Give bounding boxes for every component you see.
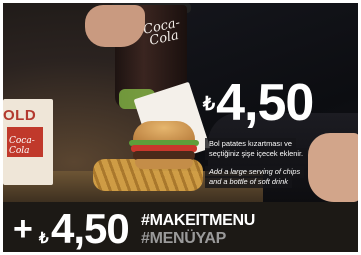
- bar-price-amount: 4,50: [51, 205, 130, 252]
- menu-photo: OLD Coca-Cola Coca-Cola ₺ 4,50 Bol patat…: [3, 3, 358, 202]
- hand-holding-cup: [85, 5, 145, 47]
- ad-banner[interactable]: OLD Coca-Cola Coca-Cola ₺ 4,50 Bol patat…: [3, 3, 358, 252]
- price-large: ₺ 4,50: [203, 74, 314, 132]
- fries-box-logo: Coca-Cola: [7, 127, 43, 157]
- caption-tr-line-2: seçtiğiniz şişe içecek eklenir.: [205, 148, 308, 160]
- hashtag-make-it-menu[interactable]: #MAKEITMENU: [141, 212, 255, 230]
- plus-sign: +: [13, 210, 33, 248]
- bar-currency-symbol: ₺: [39, 230, 49, 247]
- burger-bun-bottom: [135, 159, 193, 169]
- hand-right: [308, 133, 358, 202]
- price-amount: 4,50: [216, 74, 314, 132]
- currency-symbol: ₺: [203, 94, 216, 115]
- promo-bar: + ₺ 4,50 #MAKEITMENU #MENÜYAP: [3, 202, 358, 252]
- hashtag-menu-yap[interactable]: #MENÜYAP: [141, 230, 226, 248]
- caption-en-line-2: and a bottle of soft drink: [205, 176, 292, 188]
- box-drink-label: Coca-Cola: [9, 136, 35, 156]
- fries-box-label: OLD: [3, 107, 37, 124]
